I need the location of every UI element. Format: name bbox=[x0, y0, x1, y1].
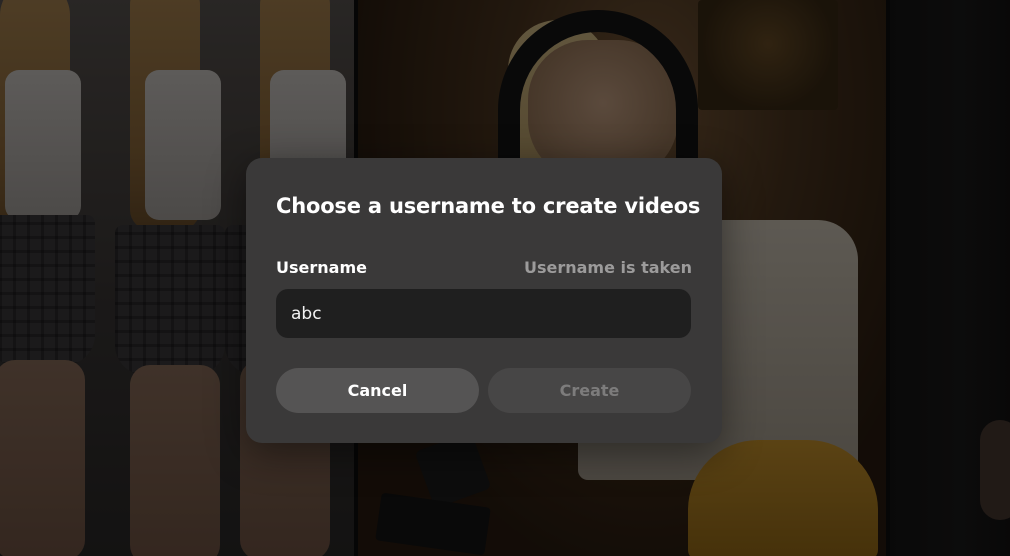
cancel-button[interactable]: Cancel bbox=[276, 368, 479, 413]
username-input[interactable] bbox=[276, 289, 691, 338]
dialog-title: Choose a username to create videos bbox=[276, 194, 701, 218]
username-label: Username bbox=[276, 258, 367, 277]
username-dialog: Choose a username to create videos Usern… bbox=[246, 158, 722, 443]
app-stage: Choose a username to create videos Usern… bbox=[0, 0, 1010, 556]
create-button[interactable]: Create bbox=[488, 368, 691, 413]
username-status: Username is taken bbox=[523, 258, 692, 277]
